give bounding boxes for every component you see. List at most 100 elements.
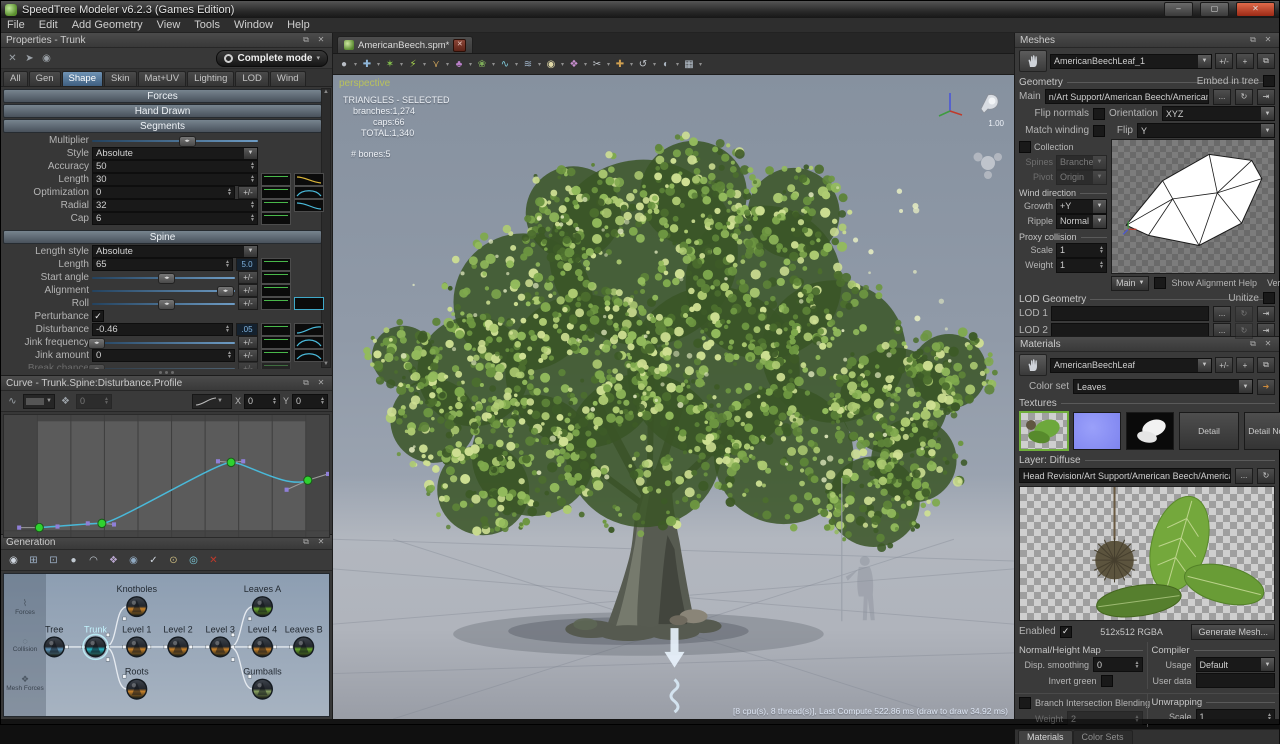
material-selector-dropdown[interactable]: AmericanBeechLeaf▼ — [1050, 358, 1212, 373]
context-help-icon[interactable]: ➤ — [22, 51, 37, 65]
add-remove-material-button[interactable]: +/- — [1215, 357, 1233, 373]
plus-minus-button[interactable]: +/- — [238, 297, 258, 310]
spine-length-input[interactable]: 65▲▼ — [92, 258, 233, 271]
browse-button[interactable]: ... — [1213, 89, 1231, 105]
style-dropdown[interactable]: Absolute▼ — [92, 147, 258, 160]
generation-node-roots[interactable]: Roots — [125, 667, 149, 700]
duplicate-material-icon[interactable]: ⧉ — [1257, 357, 1275, 373]
generation-node-knotholes[interactable]: Knotholes — [116, 584, 157, 617]
lasso-icon[interactable]: ◠ — [86, 553, 101, 567]
jink-frequency-slider[interactable]: ◂▸ — [92, 337, 235, 348]
dropdown-caret-icon[interactable]: ▾ — [398, 61, 405, 68]
embed-in-tree-checkbox[interactable] — [1263, 75, 1275, 87]
float-panel-icon[interactable]: ⧉ — [300, 35, 312, 45]
sync-icon[interactable]: ◎ — [186, 553, 201, 567]
branch-intersection-blending-checkbox[interactable] — [1019, 697, 1031, 709]
proxy-weight-input[interactable]: 1▲▼ — [1056, 258, 1107, 273]
generation-node-trunk[interactable]: Trunk — [83, 625, 108, 660]
generation-graph[interactable]: ⌇Forces ◌Collision ❖Mesh Forces TreeTrun… — [3, 573, 330, 717]
profile-curve-chip[interactable] — [261, 271, 291, 284]
profile-curve-chip[interactable] — [261, 186, 291, 199]
disp-smoothing-input[interactable]: 0▲▼ — [1093, 657, 1143, 672]
spline-icon[interactable]: ∿ — [498, 57, 512, 71]
generation-node-level3[interactable]: Level 3 — [206, 625, 235, 658]
menu-add-geometry[interactable]: Add Geometry — [72, 19, 143, 31]
enabled-checkbox[interactable] — [1060, 626, 1072, 638]
close-tab-icon[interactable]: ✕ — [453, 39, 466, 52]
dropdown-caret-icon[interactable]: ▾ — [605, 61, 612, 68]
pan-hand-icon[interactable]: ❖ — [58, 394, 73, 408]
x-input[interactable]: 0▲▼ — [244, 394, 280, 409]
dropdown-caret-icon[interactable]: ▾ — [513, 61, 520, 68]
locate-icon[interactable]: ⇥ — [1257, 306, 1275, 322]
eye-icon[interactable]: ◉ — [126, 553, 141, 567]
plus-minus-button[interactable]: +/- — [238, 362, 258, 370]
menu-edit[interactable]: Edit — [39, 19, 58, 31]
reload-icon[interactable]: ↻ — [1235, 323, 1253, 339]
variance-curve-chip[interactable] — [294, 173, 324, 186]
profile-curve-chip[interactable] — [261, 173, 291, 186]
float-panel-icon[interactable]: ⧉ — [1247, 35, 1259, 45]
tab-lighting[interactable]: Lighting — [187, 71, 234, 86]
start-angle-slider[interactable]: ◂▸ — [92, 272, 235, 283]
dropdown-caret-icon[interactable]: ▾ — [467, 61, 474, 68]
branches-icon[interactable]: ⋎ — [429, 57, 443, 71]
profile-curve-chip[interactable] — [261, 284, 291, 297]
detail-normal-texture-button[interactable]: Detail Normal — [1244, 412, 1280, 450]
invert-green-checkbox[interactable] — [1101, 675, 1113, 687]
dropdown-caret-icon[interactable]: ▾ — [375, 61, 382, 68]
axis-gizmo[interactable] — [936, 85, 1006, 185]
close-button[interactable]: ✕ — [1236, 2, 1275, 17]
preview-lod-dropdown[interactable]: Main▼ — [1111, 276, 1149, 291]
plus-minus-button[interactable]: +/- — [238, 271, 258, 284]
pivot-icon[interactable]: ✚ — [613, 57, 627, 71]
normal-texture-thumbnail[interactable] — [1073, 412, 1121, 450]
diffuse-texture-thumbnail[interactable] — [1020, 412, 1068, 450]
opacity-texture-thumbnail[interactable] — [1126, 412, 1174, 450]
tab-lod[interactable]: LOD — [235, 71, 269, 86]
plus-minus-button[interactable]: +/- — [238, 284, 258, 297]
flip-dropdown[interactable]: Y▼ — [1137, 123, 1275, 138]
dropdown-caret-icon[interactable]: ▾ — [559, 61, 566, 68]
reload-icon[interactable]: ↻ — [1235, 306, 1253, 322]
pan-hand-icon[interactable] — [1019, 50, 1047, 72]
forces-icon[interactable]: ✚ — [360, 57, 374, 71]
perturbance-checkbox[interactable] — [92, 310, 104, 322]
orientation-dropdown[interactable]: XYZ▼ — [1162, 106, 1275, 121]
section-segments[interactable]: Segments — [3, 119, 322, 133]
tab-matuv[interactable]: Mat+UV — [138, 71, 187, 86]
y-input[interactable]: 0▲▼ — [292, 394, 328, 409]
generation-node-leavesB[interactable]: Leaves B — [285, 625, 323, 658]
variance-curve-chip[interactable] — [294, 199, 324, 212]
tab-all[interactable]: All — [3, 71, 28, 86]
disturbance-input[interactable]: -0.46▲▼ — [92, 323, 233, 336]
section-hand-drawn[interactable]: Hand Drawn — [3, 104, 322, 118]
menu-window[interactable]: Window — [234, 19, 273, 31]
delete-icon[interactable]: ✕ — [206, 553, 221, 567]
apply-color-set-icon[interactable]: ➜ — [1257, 379, 1275, 395]
profile-curve-chip[interactable] — [261, 297, 291, 310]
lod1-path-field[interactable] — [1051, 306, 1209, 321]
generation-node-level4[interactable]: Level 4 — [248, 625, 277, 658]
curve-preset-dropdown[interactable]: ▼ — [192, 394, 232, 409]
sphere-icon[interactable]: ● — [66, 553, 81, 567]
panel-icon[interactable]: ▦ — [682, 57, 696, 71]
tab-shape[interactable]: Shape — [62, 71, 103, 86]
proxy-scale-input[interactable]: 1▲▼ — [1056, 243, 1107, 258]
variance-curve-chip[interactable] — [294, 186, 324, 199]
dropdown-caret-icon[interactable]: ▾ — [582, 61, 589, 68]
menu-tools[interactable]: Tools — [194, 19, 220, 31]
profile-curve-chip[interactable] — [261, 212, 291, 225]
alignment-slider[interactable]: ◂▸ — [92, 285, 235, 296]
lock-icon[interactable]: ⊙ — [166, 553, 181, 567]
eye-icon[interactable]: ◉ — [39, 51, 54, 65]
dropdown-caret-icon[interactable]: ▾ — [628, 61, 635, 68]
collection-checkbox[interactable] — [1019, 141, 1031, 153]
tab-wind[interactable]: Wind — [270, 71, 306, 86]
profile-curve-chip[interactable] — [261, 258, 291, 271]
variance-badge[interactable]: .05 — [236, 323, 258, 336]
close-panel-icon[interactable]: ✕ — [315, 35, 327, 45]
tab-skin[interactable]: Skin — [104, 71, 136, 86]
variance-badge[interactable]: 5.0 — [236, 258, 258, 271]
seed-icon[interactable]: ❀ — [475, 57, 489, 71]
